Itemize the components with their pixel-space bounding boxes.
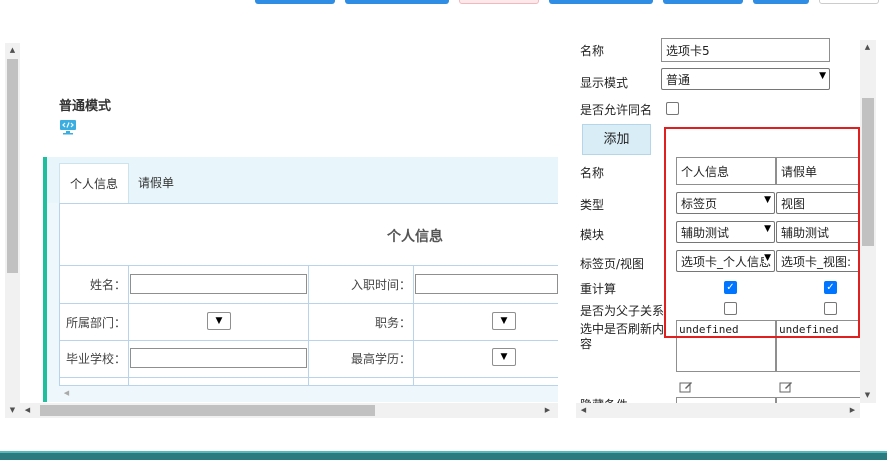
- scroll-down-icon[interactable]: ▼: [5, 403, 20, 418]
- property-vertical-scrollbar[interactable]: ▲ ▼: [860, 40, 876, 403]
- mode-title: 普通模式: [59, 99, 112, 114]
- designer-vertical-scrollbar[interactable]: ▲ ▼: [5, 43, 20, 418]
- display-mode-label: 显示模式: [580, 76, 629, 90]
- row-label-module: 模块: [580, 228, 605, 242]
- scroll-right-icon[interactable]: ▶: [540, 403, 555, 418]
- form-title: 个人信息: [387, 229, 443, 245]
- toolbar-button-5[interactable]: [663, 0, 743, 4]
- scroll-thumb[interactable]: [40, 405, 375, 416]
- field-label-position: 职务：: [374, 316, 411, 330]
- field-label-education: 最高学历：: [350, 352, 411, 366]
- chevron-down-icon: ▼: [500, 352, 508, 362]
- name-input[interactable]: 选项卡5: [661, 38, 830, 62]
- scroll-right-icon[interactable]: ▶: [845, 403, 860, 418]
- name-input[interactable]: [130, 274, 307, 294]
- row-label-name: 名称: [580, 166, 605, 180]
- chevron-down-icon: ▼: [500, 316, 508, 326]
- toolbar-button-3[interactable]: [459, 0, 539, 4]
- department-select[interactable]: ▼: [207, 312, 231, 330]
- toolbar-button-1[interactable]: [255, 0, 335, 4]
- school-input[interactable]: [130, 348, 307, 368]
- scroll-thumb[interactable]: [862, 98, 874, 246]
- scroll-down-icon[interactable]: ▼: [860, 388, 875, 403]
- allow-same-name-checkbox[interactable]: [666, 102, 679, 115]
- field-label-hire-date: 入职时间：: [350, 278, 411, 292]
- highlight-box: [664, 127, 860, 338]
- scroll-left-icon[interactable]: ◀: [59, 386, 74, 401]
- tab-leave-request[interactable]: 请假单: [128, 163, 184, 204]
- scroll-left-icon[interactable]: ◀: [20, 403, 35, 418]
- scroll-thumb[interactable]: [7, 59, 18, 273]
- row-label-type: 类型: [580, 198, 605, 212]
- name-label: 名称: [580, 44, 605, 58]
- scroll-up-icon[interactable]: ▲: [860, 40, 875, 55]
- hire-date-input[interactable]: [415, 274, 558, 294]
- divider: [128, 265, 129, 386]
- display-mode-value: 普通: [666, 73, 691, 87]
- add-button[interactable]: 添加: [582, 124, 651, 155]
- toolbar-button-7[interactable]: [819, 0, 879, 4]
- toolbar-button-6[interactable]: [753, 0, 809, 4]
- display-mode-select[interactable]: 普通 ▼: [661, 68, 830, 90]
- edit-icon[interactable]: [679, 381, 693, 393]
- allow-same-name-label: 是否允许同名: [580, 103, 653, 117]
- tab-personal-info[interactable]: 个人信息: [59, 163, 130, 204]
- row-label-partial: 隐藏条件: [580, 396, 628, 403]
- toolbar-button-2[interactable]: [345, 0, 449, 4]
- property-horizontal-scrollbar[interactable]: ◀ ▶: [576, 403, 860, 418]
- field-label-school: 毕业学校：: [65, 352, 126, 366]
- taskbar: [0, 451, 887, 460]
- divider: [413, 265, 414, 386]
- scroll-up-icon[interactable]: ▲: [5, 43, 20, 58]
- chevron-down-icon: ▼: [819, 71, 826, 81]
- scroll-left-icon[interactable]: ◀: [576, 403, 591, 418]
- row-label-parent-child: 是否为父子关系: [580, 304, 665, 318]
- designer-horizontal-scrollbar[interactable]: ◀ ▶: [20, 403, 558, 418]
- position-select[interactable]: ▼: [492, 312, 516, 330]
- monitor-code-icon: [60, 120, 76, 135]
- row-label-tab-view: 标签页/视图: [580, 257, 645, 271]
- field-label-department: 所属部门：: [65, 316, 126, 330]
- row-label-recalc: 重计算: [580, 282, 617, 296]
- toolbar-button-4[interactable]: [549, 0, 653, 4]
- chevron-down-icon: ▼: [215, 316, 223, 326]
- divider: [308, 265, 309, 386]
- row-label-refresh: 选中是否刷新内容: [580, 322, 664, 351]
- edit-icon[interactable]: [779, 381, 793, 393]
- education-select[interactable]: ▼: [492, 348, 516, 366]
- field-label-name: 姓名：: [89, 278, 126, 292]
